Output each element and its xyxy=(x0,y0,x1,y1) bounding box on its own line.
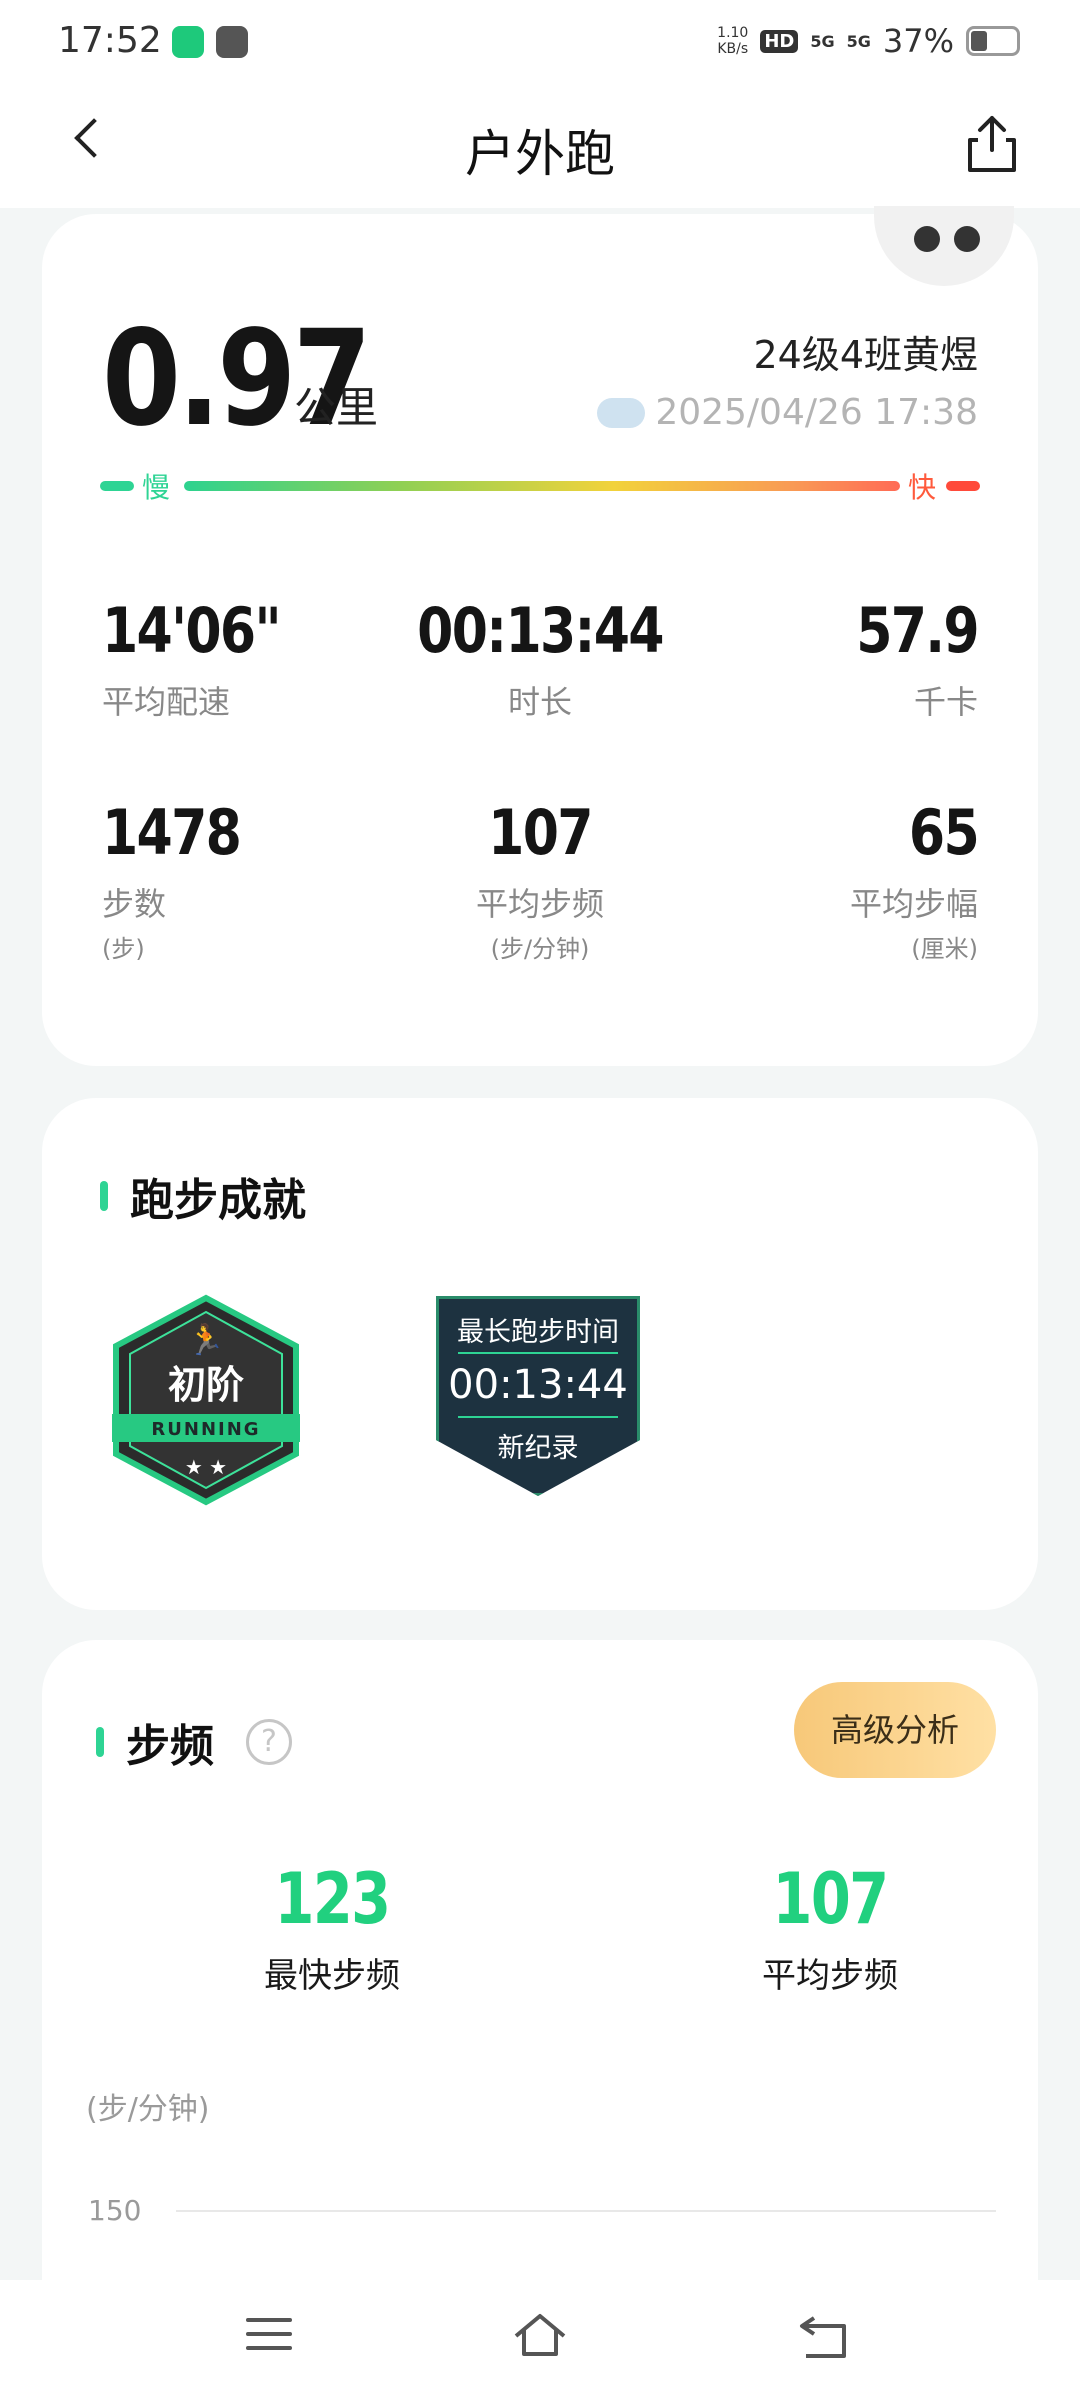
distance-unit: 公里 xyxy=(294,383,379,432)
section-title: 步频 ? xyxy=(96,1710,292,1774)
battery-icon xyxy=(966,26,1020,56)
app-header: 户外跑 xyxy=(0,84,1080,208)
pace-fast-label: 快 xyxy=(907,471,936,504)
home-icon[interactable] xyxy=(510,2310,570,2360)
cloud-icon xyxy=(597,397,646,428)
runner-icon: 🏃 xyxy=(187,1322,224,1358)
fastest-cadence: 123 最快步频 xyxy=(264,1858,400,1996)
run-summary-card: 0.97 公里 24级4班黄煜 2025/04/26 17:38 慢 快 14'… xyxy=(42,214,1038,1066)
section-title: 跑步成就 xyxy=(100,1164,306,1228)
hd-icon: HD xyxy=(760,29,799,53)
status-time: 17:52 xyxy=(58,20,162,61)
question-icon[interactable]: ? xyxy=(246,1719,292,1765)
running-level-badge[interactable]: 🏃 初阶 RUNNING ★ ★ xyxy=(108,1294,304,1506)
svg-text:RUNNING: RUNNING xyxy=(151,1419,260,1440)
share-icon[interactable] xyxy=(966,114,1018,174)
svg-text:★ ★: ★ ★ xyxy=(185,1455,227,1479)
battery-level: 37% xyxy=(882,22,954,60)
runner-name: 24级4班黄煜 xyxy=(753,333,978,377)
pace-gradient-bar: 慢 快 xyxy=(100,471,980,504)
app-notification-icon xyxy=(172,26,204,58)
stat-steps: 1478 步数 (步) xyxy=(102,796,242,963)
status-bar: 17:52 1.10 KB/s HD 5G 5G 37% xyxy=(0,0,1080,84)
signal-icon: 5G xyxy=(846,31,871,51)
longest-run-badge[interactable]: 最长跑步时间 00:13:44 新纪录 xyxy=(436,1296,640,1496)
pace-track xyxy=(184,481,900,491)
app-notification-icon xyxy=(216,26,248,58)
chart-unit-label: (步/分钟) xyxy=(86,2092,210,2127)
stat-avg-cadence: 107 平均步频 (步/分钟) xyxy=(475,796,604,963)
signal-icon: 5G xyxy=(810,31,835,51)
pace-slow-label: 慢 xyxy=(142,471,171,504)
y-tick-label: 150 xyxy=(88,2194,141,2227)
advanced-analysis-button[interactable]: 高级分析 xyxy=(794,1682,996,1778)
average-cadence: 107 平均步频 xyxy=(762,1858,898,1996)
system-nav-bar xyxy=(0,2280,1080,2408)
achievements-card: 跑步成就 🏃 初阶 RUNNING ★ ★ 最长跑步时间 00:13:44 新纪… xyxy=(42,1098,1038,1610)
svg-text:初阶: 初阶 xyxy=(168,1363,244,1407)
page-title: 户外跑 xyxy=(465,125,615,183)
run-datetime: 2025/04/26 17:38 xyxy=(597,392,978,433)
back-icon[interactable] xyxy=(796,2310,852,2362)
status-indicators: 1.10 KB/s HD 5G 5G 37% xyxy=(717,22,1020,60)
menu-icon[interactable] xyxy=(246,2318,292,2358)
stat-avg-stride: 65 平均步幅 (厘米) xyxy=(849,796,980,963)
stat-calories: 57.9 千卡 xyxy=(856,594,979,721)
network-speed: 1.10 KB/s xyxy=(717,25,749,57)
stat-duration: 00:13:44 时长 xyxy=(417,594,664,721)
stat-avg-pace: 14'06" 平均配速 xyxy=(102,594,282,721)
